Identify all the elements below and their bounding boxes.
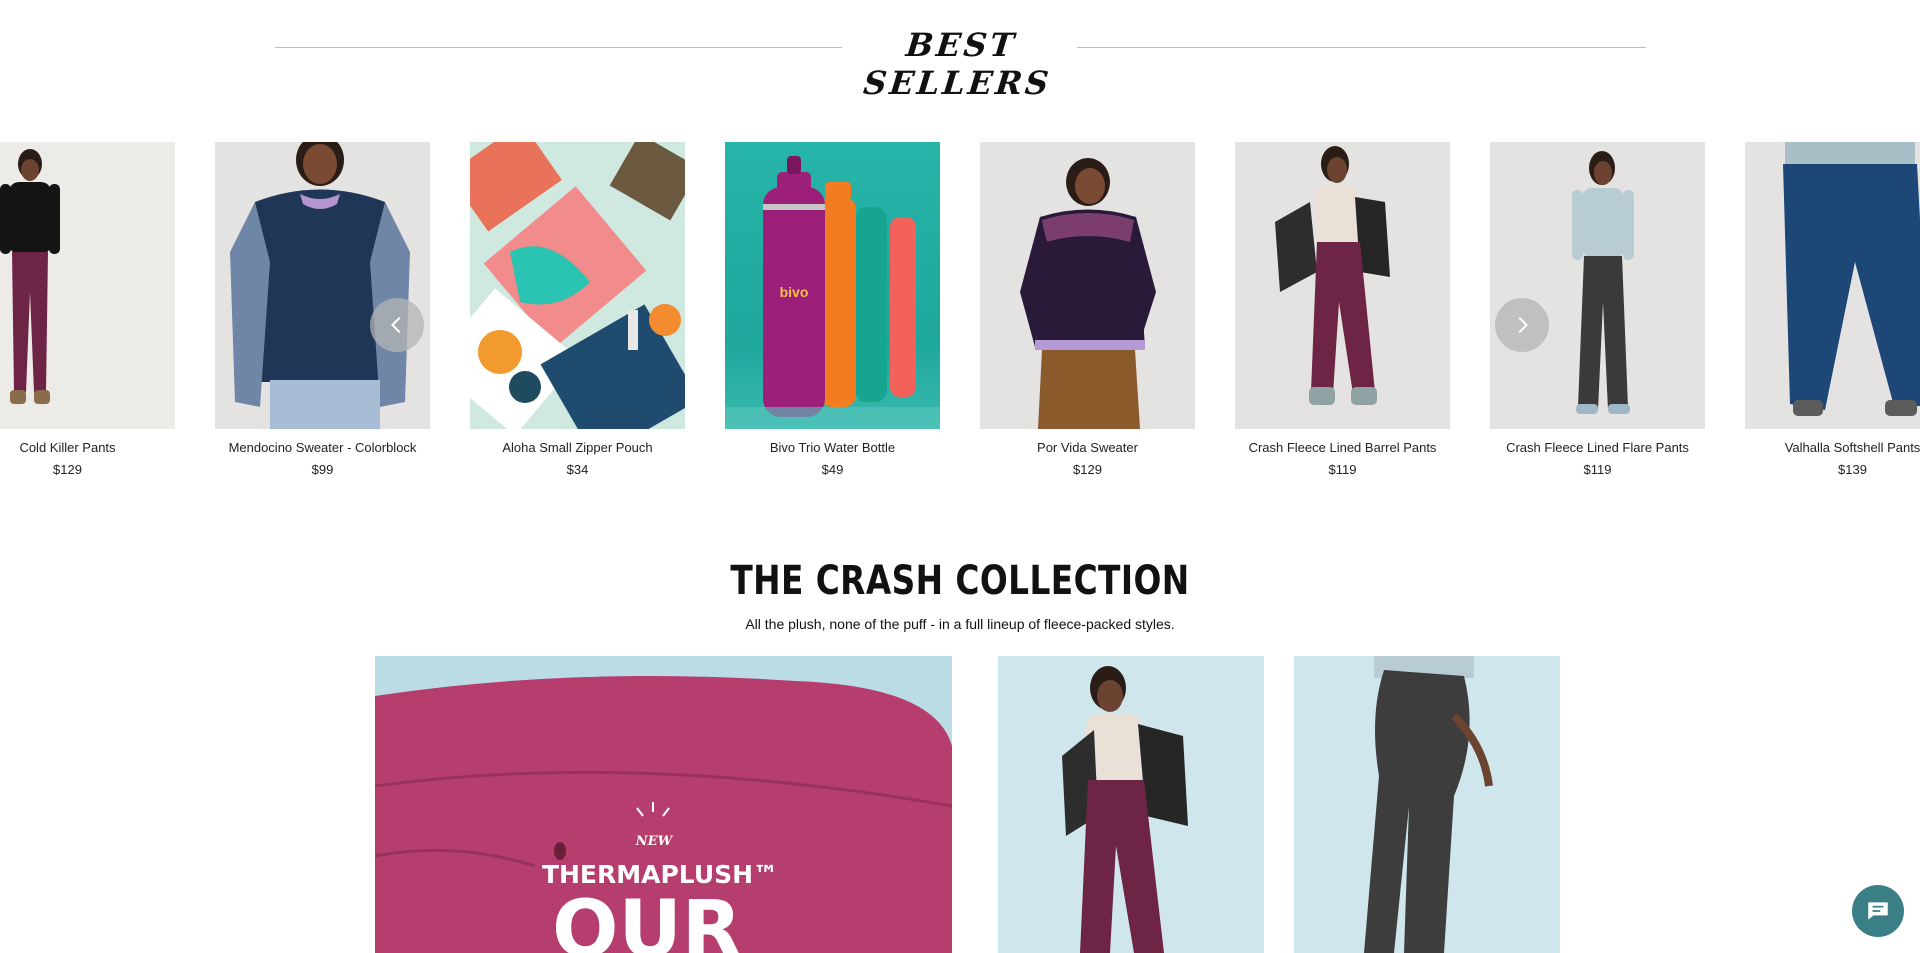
best-sellers-carousel[interactable]: Cold Killer Pants $129 Mendocino Sweater… [0,142,1920,482]
product-image[interactable] [470,142,685,429]
product-card[interactable]: Cold Killer Pants $129 [0,142,175,482]
chevron-left-icon [390,316,401,334]
product-price: $34 [566,462,589,477]
product-name[interactable]: Aloha Small Zipper Pouch [450,440,705,455]
chat-bubble-icon [1868,902,1888,920]
product-price: $129 [53,462,82,477]
product-price: $129 [1073,462,1102,477]
best-sellers-header: BEST SELLERS [275,22,1646,102]
product-card[interactable]: Aloha Small Zipper Pouch $34 [470,142,685,482]
product-name[interactable]: Crash Fleece Lined Barrel Pants [1215,440,1470,455]
product-price: $139 [1838,462,1867,477]
product-card[interactable]: Crash Fleece Lined Barrel Pants $119 [1235,142,1450,482]
carousel-next-button[interactable] [1495,298,1549,352]
product-card[interactable]: Por Vida Sweater $129 [980,142,1195,482]
chat-button[interactable] [1852,885,1904,937]
product-image[interactable] [980,142,1195,429]
product-image[interactable] [215,142,430,429]
product-card[interactable]: bivo Bivo Trio Water Bottle $49 [725,142,940,482]
best-sellers-title: BEST SELLERS [861,26,1054,102]
product-image[interactable] [0,142,175,429]
product-image[interactable] [1235,142,1450,429]
product-image[interactable] [1745,142,1920,429]
carousel-prev-button[interactable] [370,298,424,352]
collection-hero-tile[interactable]: NEW THERMAPLUSH™ OUR [375,656,952,953]
bottle-logo: bivo [780,284,809,300]
product-name[interactable]: Por Vida Sweater [960,440,1215,455]
product-name[interactable]: Cold Killer Pants [0,440,195,455]
collection-tile-barrel[interactable] [998,656,1264,953]
product-image[interactable]: bivo [725,142,940,429]
product-price: $49 [821,462,844,477]
section-subtitle: All the plush, none of the puff - in a f… [745,616,1175,632]
divider-right [1077,47,1646,48]
divider-left [275,47,842,48]
collection-tile-flare[interactable] [1294,656,1560,953]
product-price: $99 [311,462,334,477]
chevron-right-icon [1518,316,1529,334]
product-name[interactable]: Valhalla Softshell Pants [1725,440,1920,455]
product-price: $119 [1328,462,1357,477]
product-name[interactable]: Mendocino Sweater - Colorblock [195,440,450,455]
new-badge: NEW [635,834,674,849]
product-name[interactable]: Crash Fleece Lined Flare Pants [1470,440,1725,455]
hero-headline-large: OUR [552,885,742,953]
product-name[interactable]: Bivo Trio Water Bottle [705,440,960,455]
product-image[interactable] [1490,142,1705,429]
product-card[interactable]: Valhalla Softshell Pants $139 [1745,142,1920,482]
section-title: THE CRASH COLLECTION [730,558,1190,604]
product-price: $119 [1583,462,1612,477]
